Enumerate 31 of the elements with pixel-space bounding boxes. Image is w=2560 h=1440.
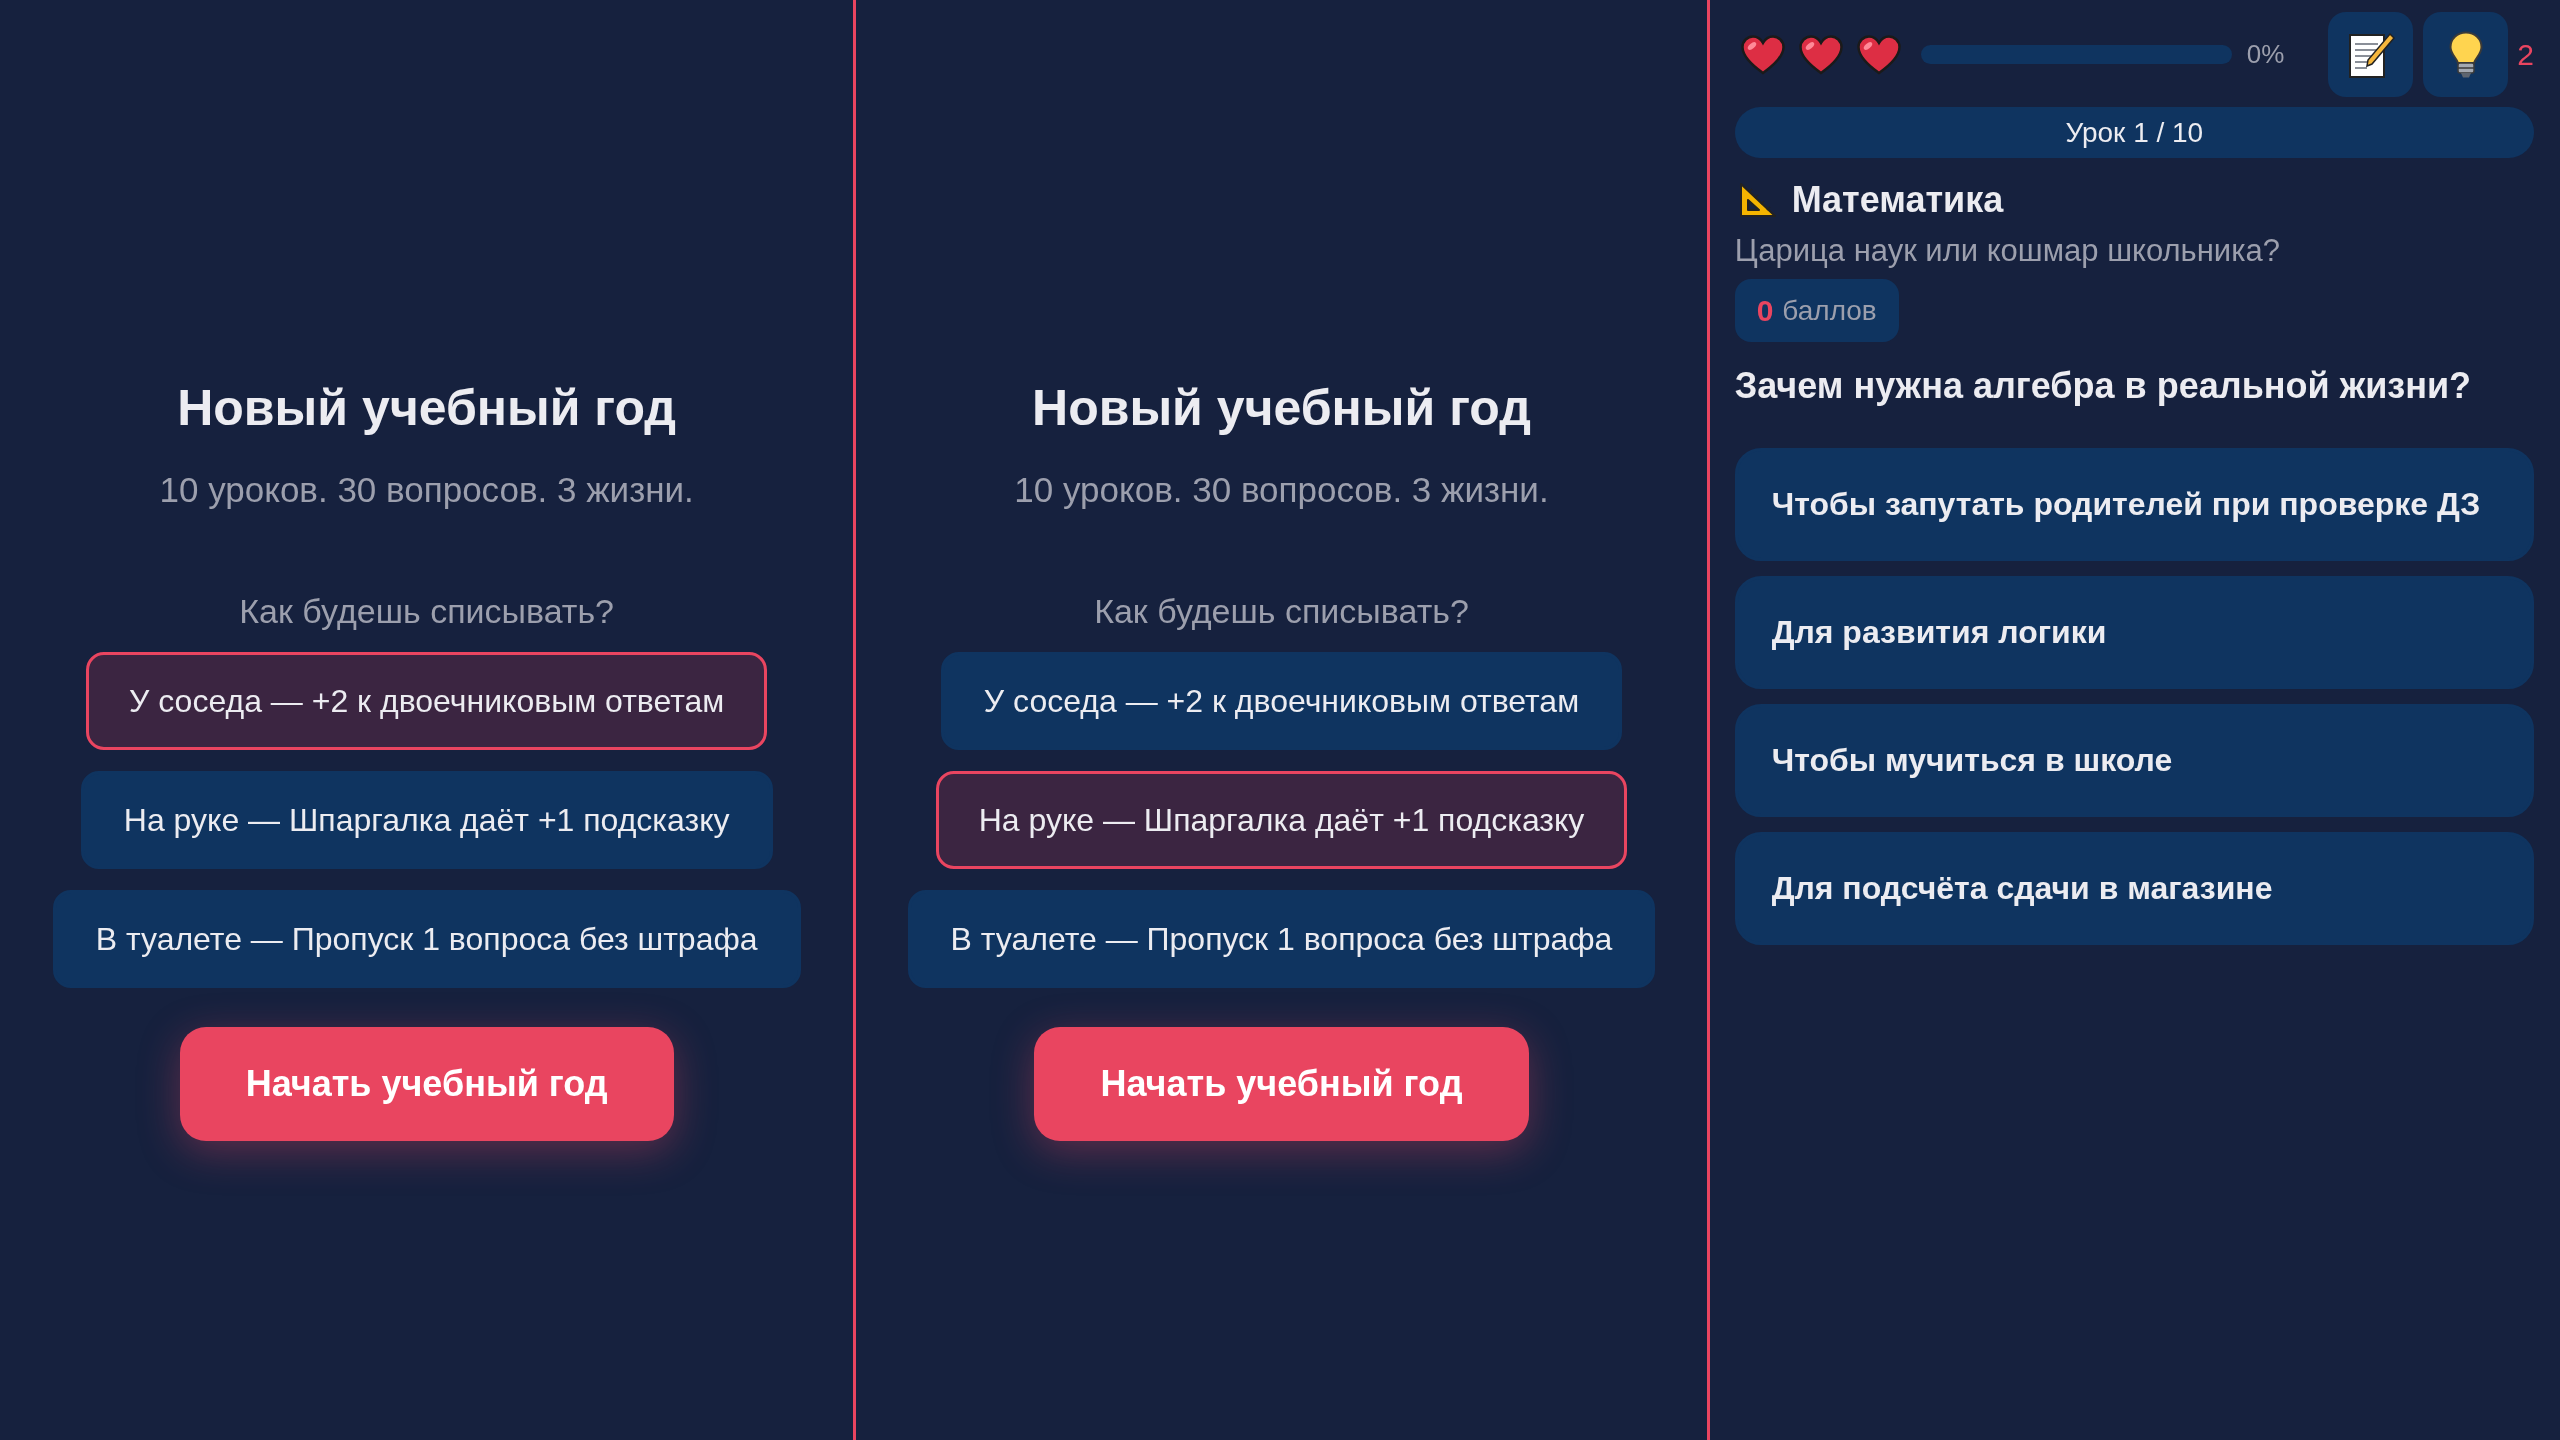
question-text: Зачем нужна алгебра в реальной жизни?	[1734, 364, 2473, 408]
lightbulb-icon	[2448, 30, 2483, 79]
answer-option[interactable]: Для подсчёта сдачи в магазине	[1734, 832, 2534, 945]
progress-percent: 0%	[2246, 39, 2285, 70]
cheat-option[interactable]: На руке — Шпаргалка даёт +1 подсказку	[80, 771, 773, 869]
answer-option[interactable]: Для развития логики	[1734, 576, 2534, 689]
screen-title: Новый учебный год	[1032, 379, 1531, 438]
notepad-button[interactable]	[2328, 12, 2414, 97]
cheat-option[interactable]: У соседа — +2 к двоечниковым ответам	[86, 652, 768, 750]
cheat-option[interactable]: У соседа — +2 к двоечниковым ответам	[940, 652, 1623, 750]
lesson-counter: Урок 1 / 10	[1734, 107, 2534, 158]
screen-title: Новый учебный год	[177, 379, 677, 438]
cheat-option[interactable]: В туалете — Пропуск 1 вопроса без штрафа	[52, 890, 801, 988]
prompt-text: Как будешь списывать?	[1094, 591, 1469, 631]
score-value: 0	[1756, 293, 1774, 328]
cheat-option[interactable]: В туалете — Пропуск 1 вопроса без штрафа	[907, 890, 1656, 988]
subject-tagline: Царица наук или кошмар школьника?	[1734, 233, 2281, 269]
notepad-icon	[2346, 30, 2395, 79]
start-button[interactable]: Начать учебный год	[1034, 1027, 1529, 1141]
hint-count: 2	[2517, 37, 2534, 72]
subject-title: Математика	[1791, 180, 2004, 220]
score-unit: баллов	[1782, 294, 1877, 327]
triangle-ruler-icon	[1738, 182, 1777, 218]
subtitle-text: 10 уроков. 30 вопросов. 3 жизни.	[159, 469, 694, 511]
answer-option[interactable]: Чтобы запутать родителей при проверке ДЗ	[1734, 448, 2534, 561]
hint-button[interactable]	[2423, 12, 2509, 97]
cheat-option[interactable]: На руке — Шпаргалка даёт +1 подсказку	[935, 771, 1628, 869]
answer-option[interactable]: Чтобы мучиться в школе	[1734, 704, 2534, 817]
prompt-text: Как будешь списывать?	[239, 591, 614, 631]
start-button[interactable]: Начать учебный год	[179, 1027, 674, 1141]
subtitle-text: 10 уроков. 30 вопросов. 3 жизни.	[1014, 469, 1549, 511]
